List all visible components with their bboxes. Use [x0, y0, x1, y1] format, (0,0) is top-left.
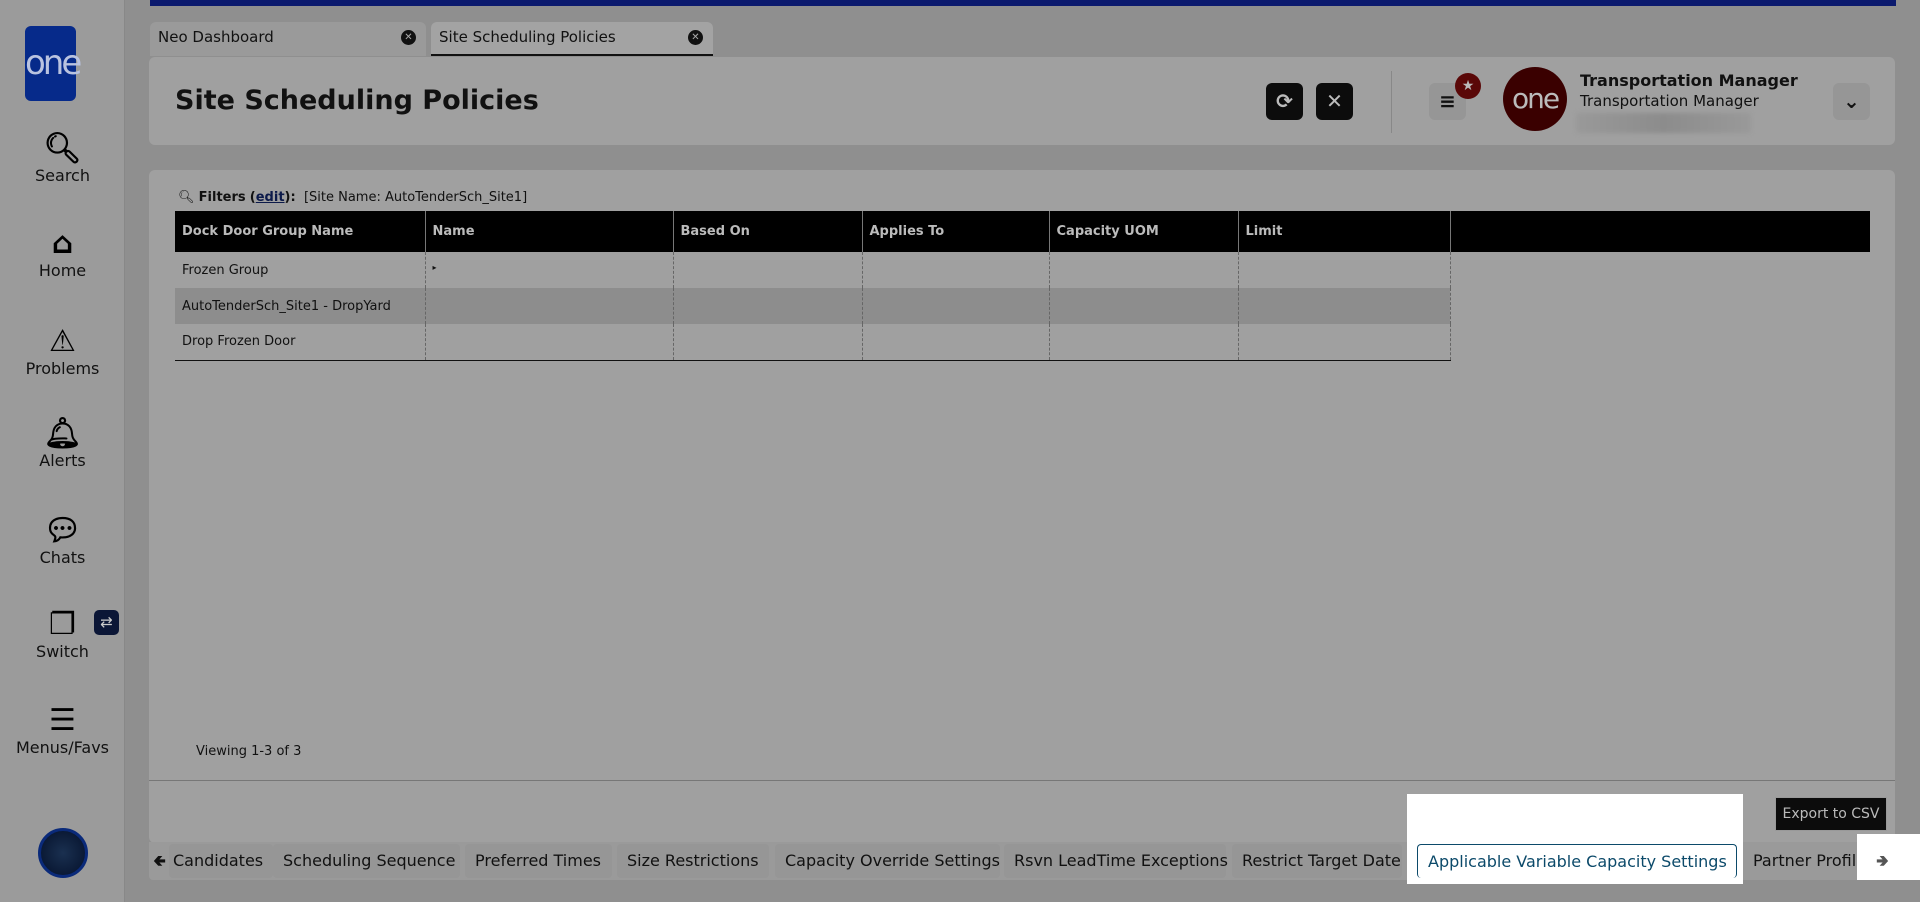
refresh-icon: ⟳: [1276, 89, 1293, 113]
bottom-tab-bar: 🢀 Candidates Scheduling Sequence Preferr…: [149, 794, 1920, 884]
sidebar: one 🔍︎ Search ⌂ Home ⚠ Problems 🔔︎ Alerts 💬︎…: [0, 0, 125, 902]
user-avatar[interactable]: [38, 828, 88, 878]
tab-restrict-target-date[interactable]: Restrict Target Date: [1232, 844, 1402, 878]
column-header[interactable]: Dock Door Group Name: [175, 211, 426, 252]
divider: [1391, 71, 1392, 133]
tab-preferred-times[interactable]: Preferred Times: [465, 844, 612, 878]
column-header[interactable]: Based On: [673, 211, 863, 252]
table-row[interactable]: AutoTenderSch_Site1 - DropYard: [175, 288, 1451, 324]
close-tab-icon[interactable]: ✕: [688, 30, 703, 45]
tab-applicable-variable-capacity-settings[interactable]: Applicable Variable Capacity Settings: [1417, 844, 1737, 878]
user-dropdown-button[interactable]: ⌄: [1833, 83, 1870, 120]
page-title: Site Scheduling Policies: [175, 85, 539, 116]
caret-icon: ▸: [432, 262, 437, 272]
home-icon: ⌂: [51, 226, 74, 261]
tab-rsvn-leadtime-exceptions[interactable]: Rsvn LeadTime Exceptions: [1004, 844, 1228, 878]
close-button[interactable]: ✕: [1316, 83, 1353, 120]
tab-capacity-override-settings[interactable]: Capacity Override Settings: [775, 844, 1000, 878]
sidebar-item-home[interactable]: ⌂ Home: [0, 226, 125, 281]
user-name: Transportation Manager: [1580, 71, 1798, 90]
sidebar-item-problems[interactable]: ⚠ Problems: [0, 324, 125, 379]
filters-bar: 🔍︎ Filters (edit): [Site Name: AutoTende…: [178, 190, 528, 205]
search-icon: 🔍︎: [43, 131, 82, 166]
close-icon: ✕: [1326, 89, 1343, 113]
tab-site-scheduling-policies[interactable]: Site Scheduling Policies ✕: [431, 22, 713, 56]
main-panel: 🔍︎ Filters (edit): [Site Name: AutoTende…: [149, 170, 1895, 843]
export-csv-button[interactable]: Export to CSV: [1775, 797, 1887, 831]
tab-scheduling-sequence[interactable]: Scheduling Sequence: [273, 844, 460, 878]
star-icon[interactable]: ★: [1455, 73, 1481, 99]
sidebar-item-menus-favs[interactable]: ☰ Menus/Favs: [0, 703, 125, 758]
chevron-down-icon: ⌄: [1843, 89, 1860, 113]
edit-filters-link[interactable]: edit: [256, 190, 285, 205]
sidebar-item-alerts[interactable]: 🔔︎ Alerts: [0, 416, 125, 471]
close-tab-icon[interactable]: ✕: [401, 30, 416, 45]
redacted-info: [1576, 113, 1751, 133]
chat-icon: 💬︎: [43, 513, 82, 548]
page-header: Site Scheduling Policies ⟳ ✕ ≡ ★ one Tra…: [149, 57, 1895, 145]
warning-icon: ⚠: [49, 324, 76, 359]
tab-partner-profile[interactable]: Partner Profile: [1743, 844, 1873, 878]
arrow-left-icon[interactable]: 🢀: [153, 850, 166, 877]
sidebar-item-search[interactable]: 🔍︎ Search: [0, 131, 125, 186]
tab-candidates[interactable]: Candidates: [169, 844, 273, 878]
column-header[interactable]: Applies To: [862, 211, 1050, 252]
user-role: Transportation Manager: [1580, 92, 1759, 110]
menu-icon: ≡: [1439, 89, 1456, 113]
search-icon: 🔍︎: [178, 190, 195, 205]
arrow-right-icon[interactable]: 🢂: [1876, 850, 1889, 877]
column-header[interactable]: Capacity UOM: [1049, 211, 1239, 252]
table-row[interactable]: Frozen Group ▸: [175, 252, 1451, 288]
one-logo[interactable]: one: [25, 26, 82, 101]
sidebar-item-chats[interactable]: 💬︎ Chats: [0, 513, 125, 568]
top-accent-bar: [150, 0, 1896, 6]
column-header[interactable]: Limit: [1238, 211, 1451, 252]
bell-icon: 🔔︎: [43, 416, 82, 451]
refresh-button[interactable]: ⟳: [1266, 83, 1303, 120]
pagination-info: Viewing 1-3 of 3: [196, 744, 302, 759]
tab-size-restrictions[interactable]: Size Restrictions: [617, 844, 769, 878]
switch-arrows-icon[interactable]: ⇄: [94, 610, 119, 635]
data-table: Dock Door Group Name Name Based On Appli…: [175, 211, 1451, 361]
column-header[interactable]: Name: [425, 211, 674, 252]
menu-icon: ☰: [49, 703, 76, 738]
table-row[interactable]: Drop Frozen Door: [175, 324, 1451, 361]
table-header-fill: [1450, 211, 1870, 252]
tab-neo-dashboard[interactable]: Neo Dashboard ✕: [150, 22, 426, 56]
filter-value: [Site Name: AutoTenderSch_Site1]: [303, 190, 528, 205]
avatar[interactable]: one: [1503, 67, 1567, 131]
divider: [149, 780, 1895, 781]
